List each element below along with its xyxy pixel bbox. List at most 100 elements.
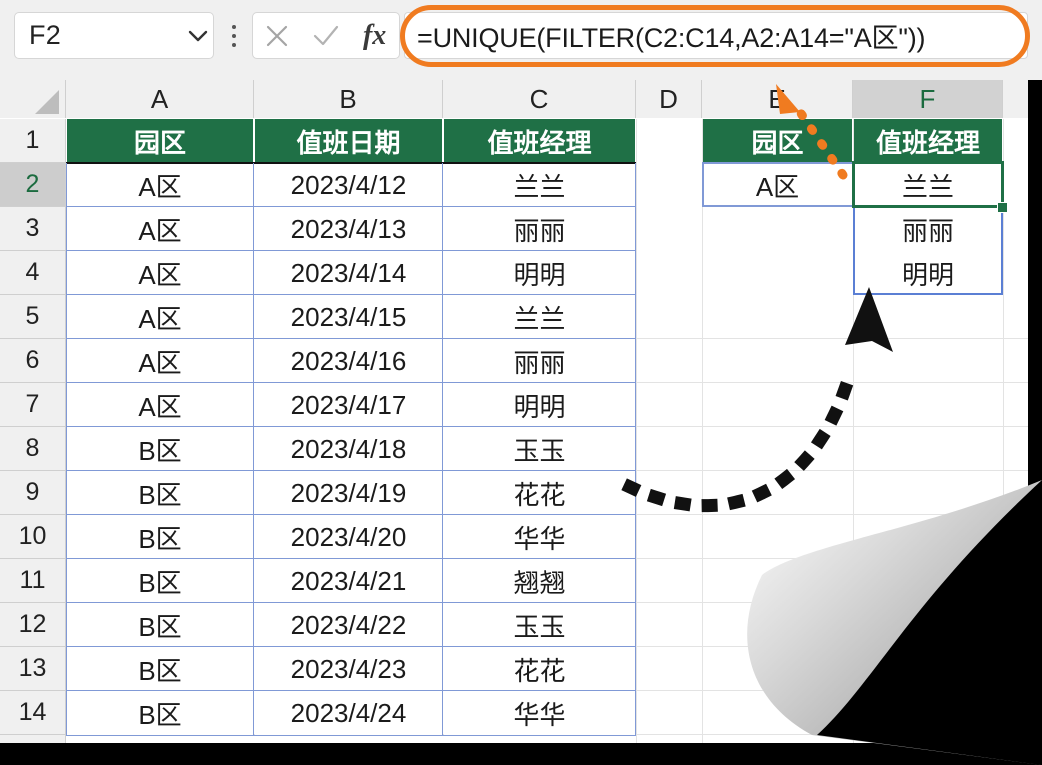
cell-a14[interactable]: B区 <box>67 691 253 735</box>
cell-b7[interactable]: 2023/4/17 <box>255 383 442 427</box>
row-header-14[interactable]: 14 <box>0 691 66 735</box>
cell-b6[interactable]: 2023/4/16 <box>255 339 442 383</box>
select-all-corner-icon[interactable] <box>0 80 66 118</box>
name-box[interactable]: F2 <box>14 12 214 59</box>
row-header-5[interactable]: 5 <box>0 295 66 339</box>
fill-handle[interactable] <box>997 202 1008 213</box>
cell-c13[interactable]: 花花 <box>444 647 635 691</box>
formula-input[interactable]: =UNIQUE(FILTER(C2:C14,A2:A14="A区")) <box>404 12 1028 59</box>
cell-b14[interactable]: 2023/4/24 <box>255 691 442 735</box>
gridline <box>636 338 1028 339</box>
cell-c12[interactable]: 玉玉 <box>444 603 635 647</box>
table-border <box>66 163 67 736</box>
cell-e1[interactable]: 园区 <box>703 119 852 163</box>
cell-c4[interactable]: 明明 <box>444 251 635 295</box>
name-box-value: F2 <box>29 20 62 50</box>
column-header-g[interactable] <box>1003 80 1028 118</box>
row-header-9[interactable]: 9 <box>0 471 66 515</box>
cell-b5[interactable]: 2023/4/15 <box>255 295 442 339</box>
table-border <box>442 163 443 736</box>
table-border <box>66 690 636 691</box>
cell-a11[interactable]: B区 <box>67 559 253 603</box>
row-header-1[interactable]: 1 <box>0 119 66 163</box>
cell-a5[interactable]: A区 <box>67 295 253 339</box>
gridline <box>636 470 1028 471</box>
cell-b2[interactable]: 2023/4/12 <box>255 163 442 207</box>
cell-a13[interactable]: B区 <box>67 647 253 691</box>
row-header-12[interactable]: 12 <box>0 603 66 647</box>
cell-c6[interactable]: 丽丽 <box>444 339 635 383</box>
cell-a12[interactable]: B区 <box>67 603 253 647</box>
gridline <box>636 734 1028 735</box>
cell-c1[interactable]: 值班经理 <box>444 119 635 163</box>
gridline <box>702 119 703 743</box>
cell-c14[interactable]: 华华 <box>444 691 635 735</box>
formula-bar-strip: F2 fx =UNIQUE(FILTER(C2:C14,A2:A14="A区")… <box>0 0 1042 80</box>
gridline <box>636 690 1028 691</box>
row-header-4[interactable]: 4 <box>0 251 66 295</box>
cancel-x-icon[interactable] <box>255 13 299 58</box>
cell-b13[interactable]: 2023/4/23 <box>255 647 442 691</box>
row-header-7[interactable]: 7 <box>0 383 66 427</box>
cell-a9[interactable]: B区 <box>67 471 253 515</box>
column-header-f[interactable]: F <box>853 80 1003 118</box>
column-header-b[interactable]: B <box>254 80 443 118</box>
table-border <box>66 206 636 207</box>
kebab-menu-icon[interactable] <box>226 22 242 50</box>
formula-text: =UNIQUE(FILTER(C2:C14,A2:A14="A区")) <box>417 23 926 53</box>
cell-a6[interactable]: A区 <box>67 339 253 383</box>
table-border <box>66 602 636 603</box>
column-header-c[interactable]: C <box>443 80 636 118</box>
cell-b10[interactable]: 2023/4/20 <box>255 515 442 559</box>
cell-b9[interactable]: 2023/4/19 <box>255 471 442 515</box>
cell-c3[interactable]: 丽丽 <box>444 207 635 251</box>
table-border <box>66 470 636 471</box>
cell-b11[interactable]: 2023/4/21 <box>255 559 442 603</box>
chevron-down-icon[interactable] <box>183 13 213 58</box>
cell-a2[interactable]: A区 <box>67 163 253 207</box>
cell-f4[interactable]: 明明 <box>854 251 1002 295</box>
row-header-11[interactable]: 11 <box>0 559 66 603</box>
kebab-dot <box>232 34 236 38</box>
cell-c5[interactable]: 兰兰 <box>444 295 635 339</box>
table-border <box>66 338 636 339</box>
cell-a1[interactable]: 园区 <box>67 119 253 163</box>
kebab-dot <box>232 43 236 47</box>
cell-e2[interactable]: A区 <box>703 163 852 207</box>
column-header-e[interactable]: E <box>702 80 853 118</box>
cell-c8[interactable]: 玉玉 <box>444 427 635 471</box>
row-header-13[interactable]: 13 <box>0 647 66 691</box>
row-header-8[interactable]: 8 <box>0 427 66 471</box>
row-header-10[interactable]: 10 <box>0 515 66 559</box>
confirm-check-icon[interactable] <box>304 13 348 58</box>
cell-a8[interactable]: B区 <box>67 427 253 471</box>
row-header-2[interactable]: 2 <box>0 163 66 207</box>
cell-b12[interactable]: 2023/4/22 <box>255 603 442 647</box>
fx-insert-function-icon[interactable]: fx <box>353 13 397 58</box>
row-header-15[interactable] <box>0 735 66 743</box>
cell-f3[interactable]: 丽丽 <box>854 207 1002 251</box>
cell-b4[interactable]: 2023/4/14 <box>255 251 442 295</box>
cell-a10[interactable]: B区 <box>67 515 253 559</box>
cell-f1[interactable]: 值班经理 <box>854 119 1002 163</box>
cell-f2[interactable]: 兰兰 <box>854 163 1002 207</box>
table-border <box>66 426 636 427</box>
cell-a3[interactable]: A区 <box>67 207 253 251</box>
cell-a4[interactable]: A区 <box>67 251 253 295</box>
cell-b1[interactable]: 值班日期 <box>255 119 442 163</box>
gridline <box>636 602 1028 603</box>
column-header-a[interactable]: A <box>66 80 254 118</box>
cell-c9[interactable]: 花花 <box>444 471 635 515</box>
cell-b8[interactable]: 2023/4/18 <box>255 427 442 471</box>
column-header-d[interactable]: D <box>636 80 702 118</box>
cell-c10[interactable]: 华华 <box>444 515 635 559</box>
cell-c7[interactable]: 明明 <box>444 383 635 427</box>
cell-b3[interactable]: 2023/4/13 <box>255 207 442 251</box>
row-header-3[interactable]: 3 <box>0 207 66 251</box>
row-header-6[interactable]: 6 <box>0 339 66 383</box>
table-border <box>635 163 636 736</box>
gridline <box>636 382 1028 383</box>
cell-c2[interactable]: 兰兰 <box>444 163 635 207</box>
cell-a7[interactable]: A区 <box>67 383 253 427</box>
cell-c11[interactable]: 翘翘 <box>444 559 635 603</box>
